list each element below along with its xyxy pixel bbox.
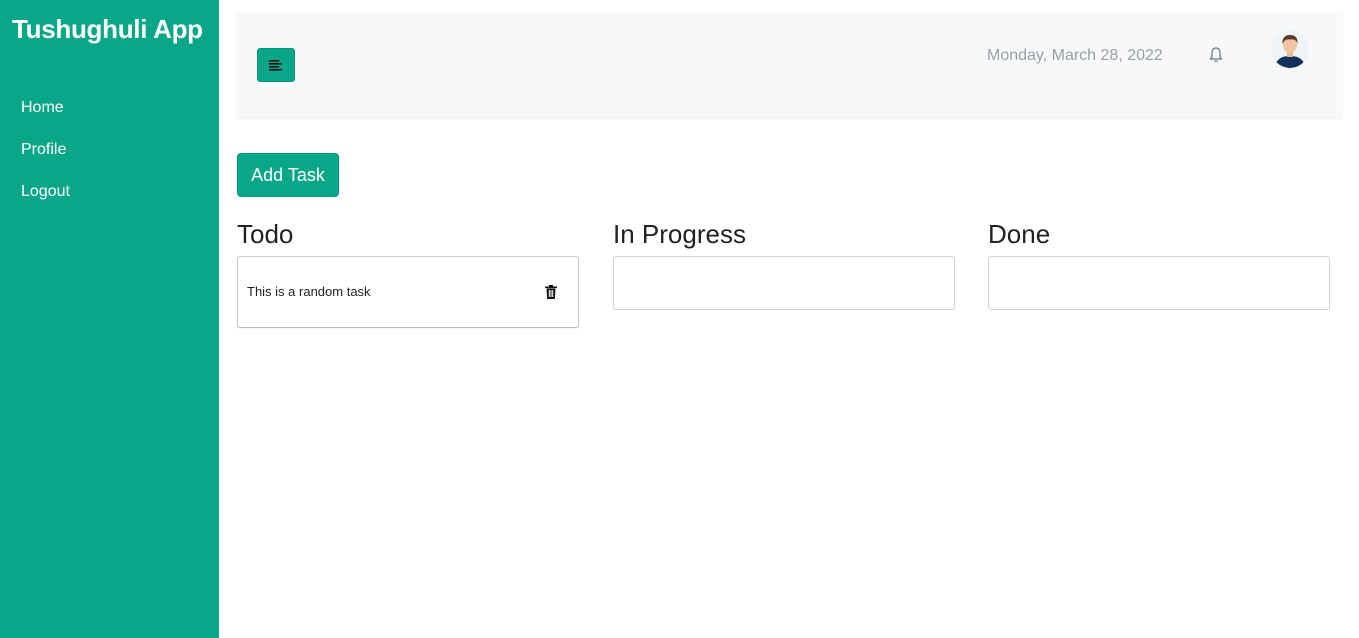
sidebar: Tushughuli App Home Profile Logout <box>0 0 219 638</box>
task-card[interactable]: This is a random task <box>238 257 578 327</box>
align-left-icon <box>269 59 282 71</box>
add-task-button[interactable]: Add Task <box>237 153 339 197</box>
current-date: Monday, March 28, 2022 <box>987 47 1163 64</box>
task-text: This is a random task <box>247 284 371 299</box>
sidebar-item-home[interactable]: Home <box>21 97 70 139</box>
trash-icon[interactable] <box>545 285 557 299</box>
sidebar-item-logout[interactable]: Logout <box>21 181 70 223</box>
bell-icon[interactable] <box>1208 46 1224 64</box>
app-title: Tushughuli App <box>12 14 203 44</box>
todo-column: Todo This is a random task <box>237 218 579 328</box>
column-title: In Progress <box>613 219 746 249</box>
sidebar-nav: Home Profile Logout <box>21 97 70 223</box>
top-bar: Monday, March 28, 2022 <box>237 13 1342 117</box>
done-task-list <box>988 256 1330 310</box>
done-column: Done <box>988 218 1330 310</box>
user-avatar[interactable] <box>1271 30 1309 68</box>
user-avatar-icon <box>1271 30 1309 68</box>
in-progress-task-list <box>613 256 955 310</box>
column-title: Done <box>988 219 1051 249</box>
in-progress-column: In Progress <box>613 218 955 310</box>
sidebar-item-profile[interactable]: Profile <box>21 139 70 181</box>
column-title: Todo <box>237 219 294 249</box>
menu-toggle-button[interactable] <box>257 48 295 82</box>
todo-task-list: This is a random task <box>237 256 579 328</box>
